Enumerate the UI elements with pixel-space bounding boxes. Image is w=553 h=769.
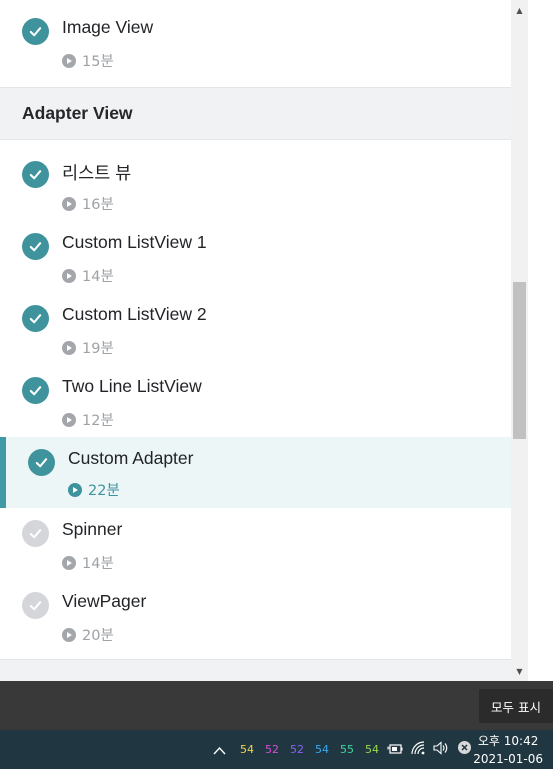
lesson-duration: 16분 <box>62 193 114 214</box>
scroll-up-arrow-icon[interactable]: ▲ <box>511 2 528 19</box>
duration-text: 22분 <box>88 483 120 499</box>
course-curriculum-panel: Image View 15분 Adapter View 리스트 뷰 16분 Cu… <box>0 0 511 681</box>
lesson-item[interactable]: Spinner 14분 <box>0 514 511 585</box>
duration-text: 19분 <box>82 341 114 357</box>
show-all-button[interactable]: 모두 표시 <box>479 689 553 723</box>
lesson-item[interactable]: Custom ListView 2 19분 <box>0 299 511 370</box>
lesson-item-active[interactable]: Custom Adapter 22분 <box>0 437 511 508</box>
play-icon <box>62 196 76 211</box>
chevron-up-icon[interactable] <box>213 740 226 759</box>
lesson-title: Custom ListView 1 <box>62 232 207 252</box>
play-icon <box>68 482 82 497</box>
duration-text: 16분 <box>82 197 114 213</box>
lesson-duration: 12분 <box>62 409 114 430</box>
notification-overflow-bar: 모두 표시 <box>0 681 553 730</box>
play-icon <box>62 340 76 355</box>
taskbar-clock[interactable]: 오후 10:42 2021-01-06 <box>473 732 543 768</box>
vertical-scrollbar[interactable]: ▲ ▼ <box>511 0 528 681</box>
clock-time: 오후 10:42 <box>477 734 539 748</box>
tray-temp-indicator[interactable]: 54 <box>240 743 254 756</box>
completed-check-icon <box>28 449 55 476</box>
lesson-item[interactable]: ViewPager 20분 <box>0 586 511 657</box>
duration-text: 14분 <box>82 269 114 285</box>
tray-temp-indicator[interactable]: 55 <box>340 743 354 756</box>
tray-temp-indicator[interactable]: 54 <box>315 743 329 756</box>
lesson-duration: 22분 <box>68 479 120 500</box>
play-icon <box>62 555 76 570</box>
lesson-title: Image View <box>62 17 154 37</box>
completed-check-icon <box>22 233 49 260</box>
completed-check-icon <box>22 161 49 188</box>
close-circle-icon[interactable] <box>457 740 472 759</box>
incomplete-check-icon <box>22 592 49 619</box>
lesson-duration: 14분 <box>62 552 114 573</box>
completed-check-icon <box>22 377 49 404</box>
section-title: Adapter View <box>22 103 133 123</box>
incomplete-check-icon <box>22 520 49 547</box>
lesson-duration: 15분 <box>62 50 114 71</box>
lesson-title: Custom ListView 2 <box>62 304 207 324</box>
lesson-item[interactable]: 리스트 뷰 16분 <box>0 155 511 226</box>
duration-text: 20분 <box>82 628 114 644</box>
play-icon <box>62 53 76 68</box>
clock-date: 2021-01-06 <box>473 752 543 766</box>
system-tray: 54 52 52 54 55 54 <box>213 730 472 769</box>
play-icon <box>62 268 76 283</box>
lesson-title: Custom Adapter <box>68 448 194 468</box>
duration-text: 14분 <box>82 556 114 572</box>
tray-temp-indicator[interactable]: 54 <box>365 743 379 756</box>
lesson-title: ViewPager <box>62 591 147 611</box>
lesson-duration: 19분 <box>62 337 114 358</box>
lesson-duration: 20분 <box>62 624 114 645</box>
scroll-thumb[interactable] <box>513 282 526 439</box>
section-header-adapter-view[interactable]: Adapter View <box>0 87 511 140</box>
lesson-item[interactable]: Custom ListView 1 14분 <box>0 227 511 298</box>
window-edge <box>528 0 553 681</box>
play-icon <box>62 627 76 642</box>
taskbar: 54 52 52 54 55 54 오후 10:42 2021-01-06 <box>0 730 553 769</box>
section-header-next[interactable] <box>0 659 511 681</box>
play-icon <box>62 412 76 427</box>
scroll-down-arrow-icon[interactable]: ▼ <box>511 663 528 680</box>
lesson-item[interactable]: Two Line ListView 12분 <box>0 371 511 442</box>
wifi-icon[interactable] <box>411 740 427 759</box>
lesson-title: 리스트 뷰 <box>62 163 132 183</box>
duration-text: 12분 <box>82 413 114 429</box>
tray-temp-indicator[interactable]: 52 <box>290 743 304 756</box>
duration-text: 15분 <box>82 54 114 70</box>
tray-temp-indicator[interactable]: 52 <box>265 743 279 756</box>
volume-icon[interactable] <box>433 740 449 759</box>
active-indicator <box>0 437 6 508</box>
battery-plug-icon[interactable] <box>387 740 403 759</box>
lesson-item-image-view[interactable]: Image View 15분 <box>0 12 511 83</box>
lesson-title: Two Line ListView <box>62 376 202 396</box>
lesson-duration: 14분 <box>62 265 114 286</box>
lesson-title: Spinner <box>62 519 123 539</box>
completed-check-icon <box>22 305 49 332</box>
completed-check-icon <box>22 18 49 45</box>
